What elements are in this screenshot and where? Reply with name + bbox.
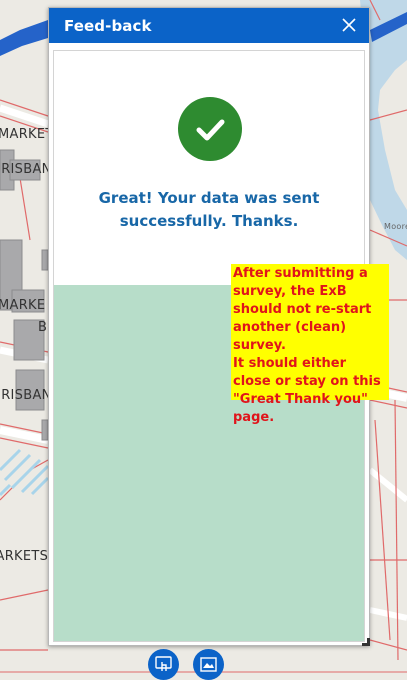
panel-title: Feed-back bbox=[64, 17, 152, 35]
map-label-moore: Moore bbox=[384, 222, 407, 231]
annotation-note: After submitting a survey, the ExB shoul… bbox=[231, 264, 389, 425]
map-label-brisbane: BRISBAN bbox=[0, 162, 52, 177]
map-label-marke: MARKE bbox=[0, 298, 46, 313]
map-label-markets: MARKETS bbox=[0, 549, 49, 564]
image-icon bbox=[200, 657, 217, 672]
map-label-market: MARKET bbox=[0, 127, 54, 142]
touch-icon bbox=[155, 656, 172, 671]
feedback-widget-button[interactable] bbox=[148, 649, 179, 680]
close-button[interactable] bbox=[341, 17, 357, 33]
success-area: Great! Your data was sent successfully. … bbox=[54, 51, 364, 285]
success-message: Great! Your data was sent successfully. … bbox=[98, 189, 320, 230]
resize-handle[interactable] bbox=[362, 638, 370, 646]
close-icon bbox=[342, 18, 356, 32]
map-label-b: B bbox=[38, 320, 48, 335]
map-label-brisbane-2: BRISBAN bbox=[0, 388, 52, 403]
basemap-button[interactable] bbox=[193, 649, 224, 680]
success-check-icon bbox=[178, 97, 242, 161]
panel-header: Feed-back bbox=[49, 8, 369, 43]
